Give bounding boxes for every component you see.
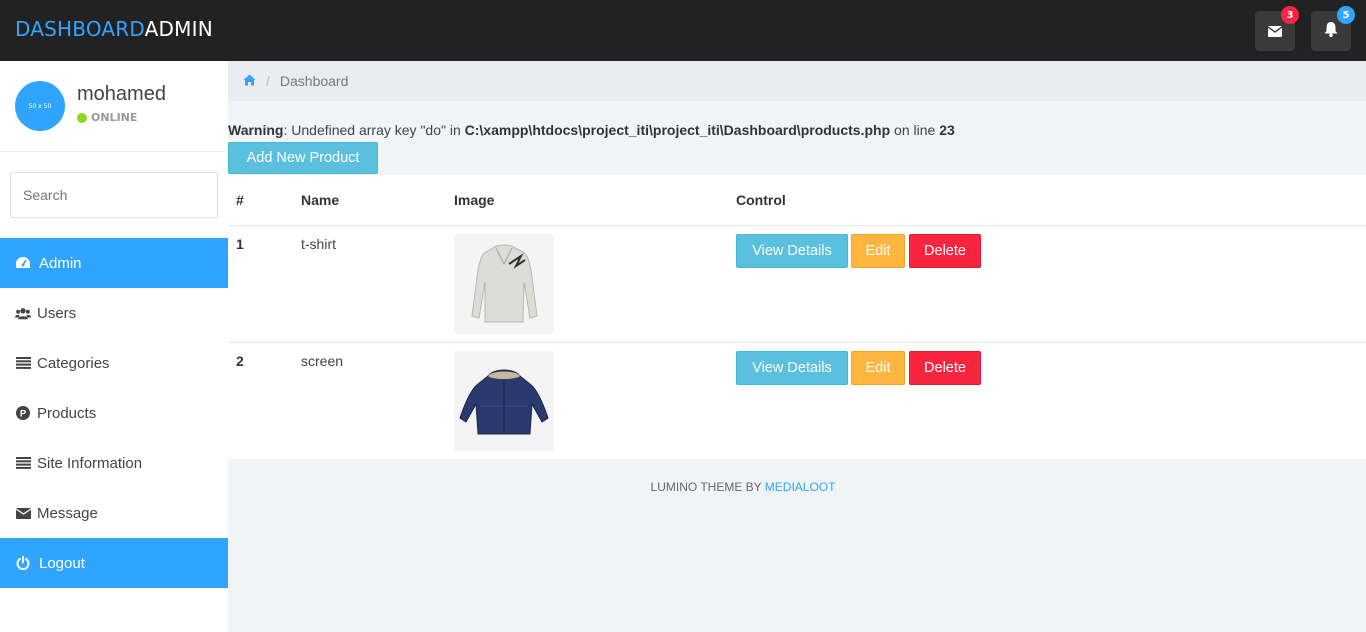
edit-button[interactable]: Edit	[851, 351, 905, 385]
column-header-image: Image	[454, 192, 495, 208]
username: mohamed	[77, 83, 166, 105]
products-table: # Name Image Control 1 t-shirt View Deta…	[228, 175, 1366, 459]
svg-text:P: P	[20, 409, 27, 420]
warning-text-2: on line	[890, 122, 940, 138]
top-navbar: DASHBOARDADMIN 3 5	[0, 0, 1366, 61]
column-header-name: Name	[301, 192, 340, 208]
home-icon[interactable]	[243, 73, 256, 89]
delete-button[interactable]: Delete	[909, 351, 981, 385]
list-icon	[15, 457, 31, 469]
breadcrumb: / Dashboard	[228, 61, 1366, 101]
list-icon	[15, 357, 31, 369]
table-divider	[228, 342, 1366, 343]
online-dot-icon	[77, 112, 87, 123]
footer-text: LUMINO THEME BY	[650, 480, 765, 494]
dashboard-icon	[15, 256, 31, 270]
brand-logo[interactable]: DASHBOARDADMIN	[15, 17, 213, 41]
avatar: 50 x 50	[15, 81, 65, 131]
sidebar-item-logout[interactable]: Logout	[0, 538, 228, 588]
envelope-icon	[15, 507, 31, 519]
table-divider	[228, 225, 1366, 226]
sidebar-item-products[interactable]: P Products	[0, 388, 228, 438]
footer: LUMINO THEME BY MEDIALOOT	[228, 480, 1258, 494]
add-new-product-button[interactable]: Add New Product	[228, 142, 378, 174]
warning-label: Warning	[228, 122, 284, 138]
user-profile: 50 x 50 mohamed ONLINE	[0, 61, 228, 152]
row-number: 2	[236, 353, 244, 369]
notifications-button[interactable]: 5	[1311, 6, 1355, 51]
sidebar: 50 x 50 mohamed ONLINE Admin Users Categ…	[0, 61, 228, 632]
warning-line: 23	[939, 122, 955, 138]
status-label: ONLINE	[91, 111, 138, 124]
view-details-button[interactable]: View Details	[736, 234, 848, 268]
breadcrumb-current: Dashboard	[279, 73, 349, 89]
column-header-number: #	[236, 192, 244, 208]
sidebar-item-label: Users	[37, 304, 77, 322]
sidebar-item-label: Categories	[37, 354, 110, 372]
column-header-control: Control	[736, 192, 786, 208]
bell-icon	[1324, 21, 1338, 41]
sidebar-item-label: Logout	[39, 554, 85, 572]
users-icon	[15, 307, 31, 320]
sidebar-item-site-information[interactable]: Site Information	[0, 438, 228, 488]
power-icon	[15, 556, 31, 570]
sidebar-item-message[interactable]: Message	[0, 488, 228, 538]
breadcrumb-separator: /	[266, 73, 270, 89]
sidebar-item-users[interactable]: Users	[0, 288, 228, 338]
sidebar-item-label: Admin	[39, 254, 82, 272]
envelope-icon	[1267, 22, 1283, 41]
jacket-image	[454, 351, 554, 451]
brand-part1: DASHBOARD	[15, 17, 145, 41]
row-number: 1	[236, 236, 244, 252]
messages-button[interactable]: 3	[1255, 6, 1299, 51]
view-details-button[interactable]: View Details	[736, 351, 848, 385]
brand-part2: ADMIN	[144, 17, 213, 41]
sidebar-item-label: Products	[37, 404, 97, 422]
footer-link[interactable]: MEDIALOOT	[765, 480, 836, 494]
warning-path: C:\xampp\htdocs\project_iti\project_iti\…	[464, 122, 891, 138]
search-input[interactable]	[10, 172, 218, 218]
user-status: ONLINE	[77, 111, 137, 124]
php-warning: Warning: Undefined array key "do" in C:\…	[228, 122, 955, 138]
product-p-icon: P	[15, 406, 31, 420]
sidebar-item-categories[interactable]: Categories	[0, 338, 228, 388]
edit-button[interactable]: Edit	[851, 234, 905, 268]
sweater-image	[454, 234, 554, 334]
product-name: t-shirt	[301, 236, 336, 252]
product-name: screen	[301, 353, 344, 369]
messages-count-badge: 3	[1281, 6, 1299, 24]
sidebar-item-label: Message	[37, 504, 98, 522]
warning-text-1: : Undefined array key "do" in	[283, 122, 465, 138]
sidebar-item-label: Site Information	[37, 454, 143, 472]
sidebar-item-admin[interactable]: Admin	[0, 238, 228, 288]
delete-button[interactable]: Delete	[909, 234, 981, 268]
notifications-count-badge: 5	[1337, 6, 1355, 24]
sidebar-menu: Admin Users Categories P Products Site I…	[0, 238, 228, 588]
